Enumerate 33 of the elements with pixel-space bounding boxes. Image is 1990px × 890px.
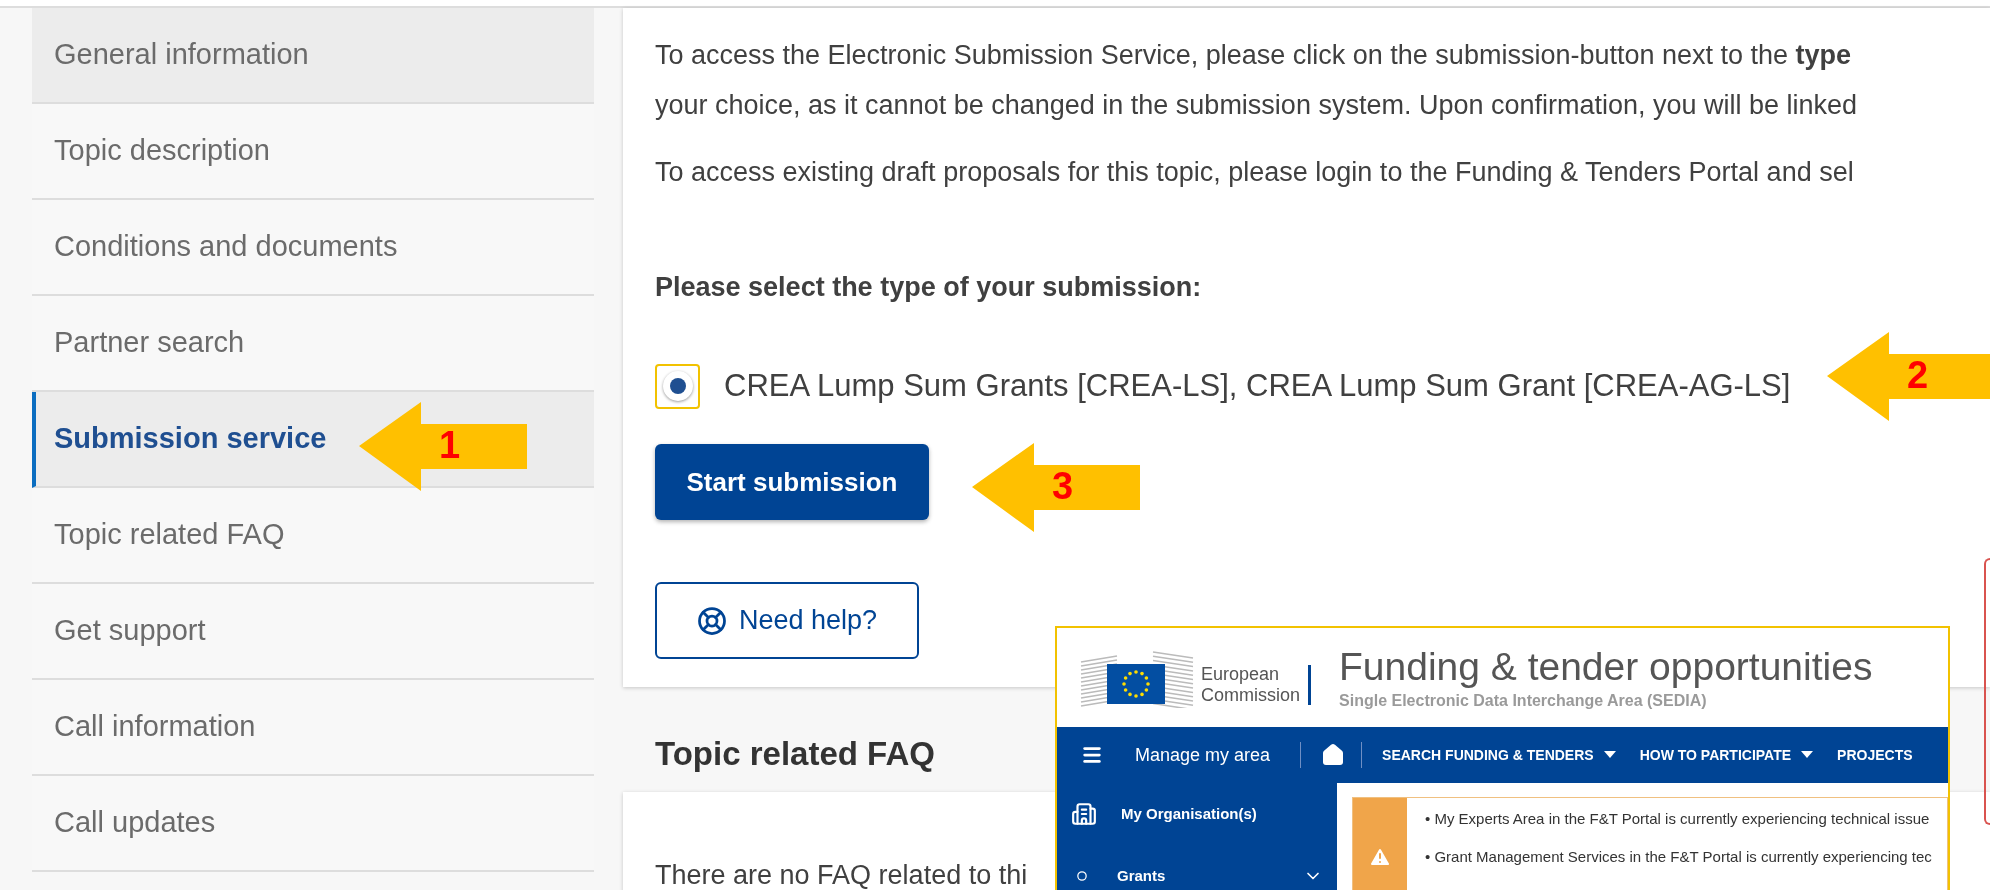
option-label: CREA Lump Sum Grants [CREA-LS], CREA Lump Sum Grant [CREA-AG-LS] bbox=[724, 366, 1791, 405]
menu-label[interactable]: Manage my area bbox=[1135, 741, 1271, 769]
callout-number: 3 bbox=[1052, 464, 1074, 509]
alert-text: • My Experts Area in the F&T Portal is currently experiencing technical issue bbox=[1425, 810, 1931, 828]
building-icon bbox=[1071, 801, 1097, 827]
nav-item[interactable]: SEARCH FUNDING & TENDERS bbox=[1382, 744, 1616, 766]
portal-title: Funding & tender opportunities bbox=[1339, 643, 1873, 690]
sidebar-item[interactable]: General information bbox=[32, 8, 594, 104]
radio-button[interactable] bbox=[655, 363, 700, 409]
nav-item[interactable]: HOW TO PARTICIPATE bbox=[1639, 744, 1814, 766]
logo-text: Commission bbox=[1201, 684, 1301, 706]
start-submission-button[interactable]: Start submission bbox=[655, 444, 929, 520]
circle-icon bbox=[1077, 871, 1087, 881]
home-icon[interactable] bbox=[1321, 743, 1346, 767]
intro-text: your choice, as it cannot be changed in the submission system. Upon confirmation, you will be linked bbox=[655, 89, 1858, 122]
faq-text: There are no FAQ related to thi bbox=[655, 862, 1028, 888]
select-prompt: Please select the type of your submission: bbox=[655, 271, 1202, 304]
caret-icon bbox=[1603, 751, 1616, 759]
caret-icon bbox=[1801, 751, 1814, 759]
menu-icon[interactable] bbox=[1081, 744, 1103, 766]
intro-text: To access the Electronic Submission Service, please click on the submission-button next to the type bbox=[655, 39, 1852, 72]
portal-subtitle: Single Electronic Data Interchange Area (SEDIA) bbox=[1339, 690, 1708, 711]
logo-text: European bbox=[1201, 663, 1281, 685]
section-heading: Topic related FAQ bbox=[655, 734, 935, 774]
callout-number: 2 bbox=[1907, 353, 1929, 398]
portal-menu-item[interactable]: Grants bbox=[1057, 859, 1337, 890]
need-help-button[interactable]: Need help? bbox=[655, 582, 919, 659]
draft-note: To access existing draft proposals for this topic, please login to the Funding & Tenders Portal and sel bbox=[655, 156, 1854, 189]
alert-text: • Grant Management Services in the F&T Portal is currently experiencing tec bbox=[1425, 848, 1932, 866]
lifebuoy-icon bbox=[696, 605, 727, 636]
nav-item[interactable]: PROJECTS bbox=[1837, 744, 1913, 766]
portal-menu-item[interactable]: My Organisation(s) bbox=[1057, 797, 1337, 831]
callout-number: 1 bbox=[439, 423, 461, 468]
